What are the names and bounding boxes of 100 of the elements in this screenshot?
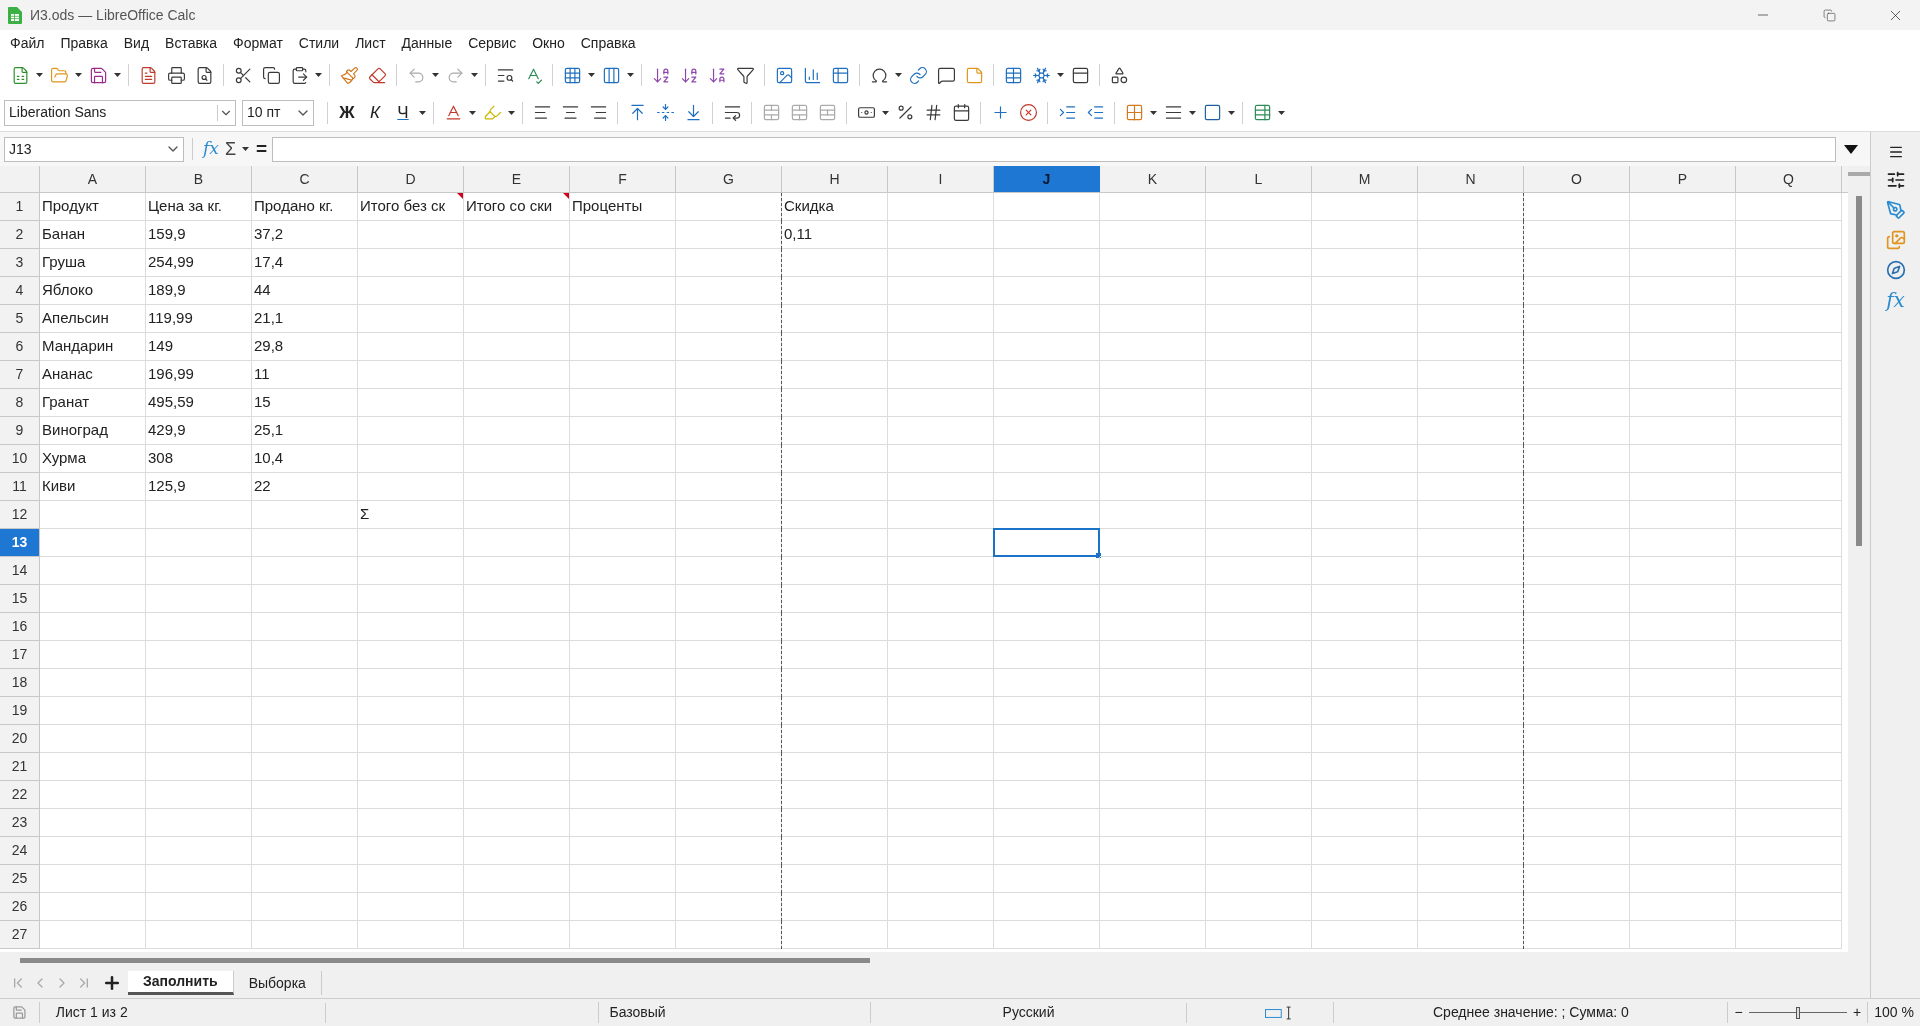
table-cell[interactable]: Проценты xyxy=(570,193,676,221)
caret-icon[interactable] xyxy=(882,110,889,115)
gallery-icon[interactable] xyxy=(1885,230,1906,250)
caret-icon[interactable] xyxy=(1057,73,1064,77)
name-box[interactable]: J13 xyxy=(4,136,184,162)
table-cell[interactable]: 37,2 xyxy=(252,221,358,249)
row-header[interactable]: 12 xyxy=(0,501,40,529)
caret-icon[interactable] xyxy=(36,73,43,77)
caret-icon[interactable] xyxy=(508,110,515,115)
header-footer-icon[interactable] xyxy=(964,65,984,85)
align-left-icon[interactable] xyxy=(532,103,552,122)
table-cell[interactable]: 495,59 xyxy=(146,389,252,417)
row-header[interactable]: 21 xyxy=(0,753,40,781)
menu-item[interactable]: Вид xyxy=(115,31,158,55)
table-cell[interactable]: Продукт xyxy=(40,193,146,221)
table-cell[interactable]: Итого со ски xyxy=(464,193,570,221)
table-cell[interactable]: Итого без ск xyxy=(358,193,464,221)
menu-item[interactable]: Файл xyxy=(2,31,53,55)
caret-icon[interactable] xyxy=(75,73,82,77)
row-header[interactable]: 5 xyxy=(0,305,40,333)
column-table-icon[interactable] xyxy=(601,65,621,85)
column-header[interactable]: C xyxy=(252,166,358,192)
caret-icon[interactable] xyxy=(1150,110,1157,115)
row-table-icon[interactable] xyxy=(562,65,582,85)
properties-icon[interactable] xyxy=(1885,170,1906,190)
zoom-slider[interactable] xyxy=(1748,1005,1848,1020)
hyperlink-icon[interactable] xyxy=(908,65,928,85)
caret-icon[interactable] xyxy=(588,73,595,77)
conditional-format-icon[interactable] xyxy=(1252,103,1272,122)
zoom-percentage[interactable]: 100 % xyxy=(1867,1002,1920,1023)
table-cell[interactable]: 308 xyxy=(146,445,252,473)
table-cell[interactable]: 10,4 xyxy=(252,445,358,473)
table-cell[interactable]: 25,1 xyxy=(252,417,358,445)
table-cell[interactable]: Цена за кг. xyxy=(146,193,252,221)
row-header[interactable]: 15 xyxy=(0,585,40,613)
scrollbar-thumb[interactable] xyxy=(1856,196,1862,546)
menu-item[interactable]: Вставка xyxy=(157,31,226,55)
table-cell[interactable]: 429,9 xyxy=(146,417,252,445)
shapes-icon[interactable] xyxy=(1109,65,1129,85)
table-cell[interactable]: 22 xyxy=(252,473,358,501)
underline-button[interactable]: Ч xyxy=(389,98,417,127)
caret-icon[interactable] xyxy=(627,73,634,77)
row-header[interactable]: 25 xyxy=(0,865,40,893)
row-header[interactable]: 16 xyxy=(0,613,40,641)
highlight-color-icon[interactable] xyxy=(482,103,502,122)
borders-icon[interactable] xyxy=(1124,103,1144,122)
zoom-out-button[interactable]: − xyxy=(1727,1002,1749,1023)
caret-icon[interactable] xyxy=(1189,110,1196,115)
table-cell[interactable]: 0,11 xyxy=(782,221,888,249)
align-middle-icon[interactable] xyxy=(655,103,675,122)
decrease-indent-icon[interactable] xyxy=(1085,103,1105,122)
table-cell[interactable]: Гранат xyxy=(40,389,146,417)
freeze-rows-icon[interactable] xyxy=(1031,65,1051,85)
function-wizard-button[interactable]: fx xyxy=(201,136,221,162)
sheet-tab[interactable]: Выборка xyxy=(233,971,322,995)
row-header[interactable]: 3 xyxy=(0,249,40,277)
copy-icon[interactable] xyxy=(261,65,281,85)
row-header[interactable]: 27 xyxy=(0,921,40,949)
table-cell[interactable]: Мандарин xyxy=(40,333,146,361)
font-name-field[interactable]: Liberation Sans xyxy=(4,99,236,126)
filter-icon[interactable] xyxy=(735,65,755,85)
date-icon[interactable] xyxy=(951,103,971,122)
column-header[interactable]: H xyxy=(782,166,888,192)
formula-input[interactable] xyxy=(272,136,1836,162)
print-icon[interactable] xyxy=(166,65,186,85)
table-cell[interactable]: 189,9 xyxy=(146,277,252,305)
table-cell[interactable]: Ананас xyxy=(40,361,146,389)
row-header[interactable]: 1 xyxy=(0,193,40,221)
caret-icon[interactable] xyxy=(419,110,426,115)
paintbrush-icon[interactable] xyxy=(339,65,359,85)
menu-item[interactable]: Данные xyxy=(393,31,461,55)
unmerge-cells-icon[interactable] xyxy=(817,103,837,122)
row-header[interactable]: 2 xyxy=(0,221,40,249)
comment-icon[interactable] xyxy=(936,65,956,85)
row-header[interactable]: 13 xyxy=(0,529,40,557)
column-header[interactable]: L xyxy=(1206,166,1312,192)
row-header[interactable]: 4 xyxy=(0,277,40,305)
menu-item[interactable]: Справка xyxy=(572,31,644,55)
caret-icon[interactable] xyxy=(1278,110,1285,115)
caret-icon[interactable] xyxy=(114,73,121,77)
expand-formula-icon[interactable] xyxy=(1844,144,1858,154)
table-cell[interactable]: 44 xyxy=(252,277,358,305)
column-header[interactable]: D xyxy=(358,166,464,192)
table-cell[interactable]: Продано кг. xyxy=(252,193,358,221)
column-header[interactable]: P xyxy=(1630,166,1736,192)
row-header[interactable]: 9 xyxy=(0,417,40,445)
merge-cells-icon[interactable] xyxy=(789,103,809,122)
menu-item[interactable]: Стили xyxy=(290,31,348,55)
column-header[interactable]: F xyxy=(570,166,676,192)
align-right-icon[interactable] xyxy=(588,103,608,122)
caret-icon[interactable] xyxy=(1228,110,1235,115)
row-header[interactable]: 8 xyxy=(0,389,40,417)
menu-item[interactable]: Сервис xyxy=(460,31,525,55)
table-cell[interactable]: Банан xyxy=(40,221,146,249)
zoom-slider-thumb[interactable] xyxy=(1795,1006,1800,1019)
row-header[interactable]: 18 xyxy=(0,669,40,697)
formula-button[interactable]: = xyxy=(251,134,273,164)
menu-item[interactable]: Лист xyxy=(347,31,394,55)
vertical-scrollbar[interactable] xyxy=(1848,166,1870,952)
row-header[interactable]: 7 xyxy=(0,361,40,389)
